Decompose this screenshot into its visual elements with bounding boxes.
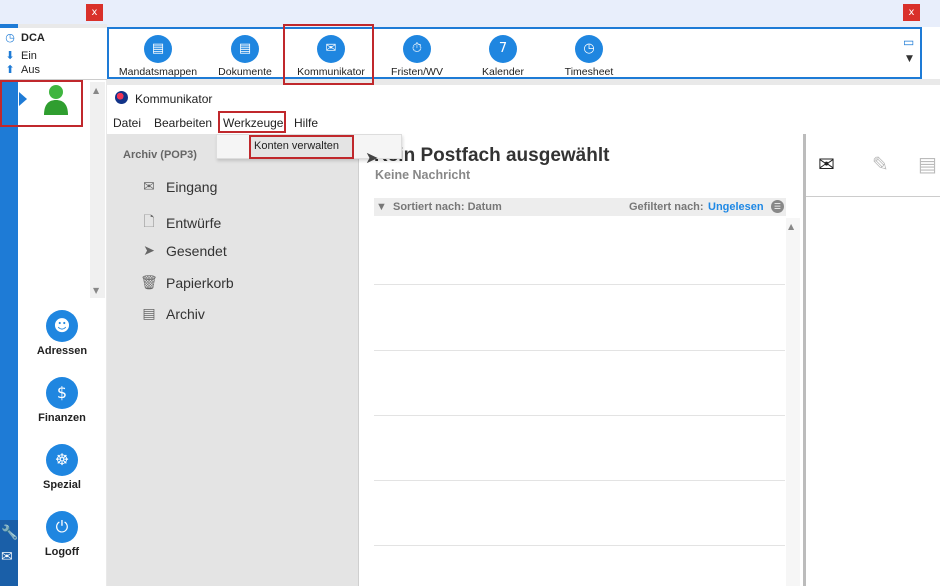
inbox-icon: ✉ bbox=[143, 179, 155, 195]
toolbar-fristen-label: Fristen/WV bbox=[391, 66, 443, 78]
nav-finanzen-label: Finanzen bbox=[38, 412, 86, 424]
window-titlebar bbox=[107, 85, 940, 112]
dca-title-row: ◷ DCA bbox=[4, 31, 45, 45]
dca-title: DCA bbox=[21, 32, 45, 44]
preview-pane bbox=[806, 134, 940, 586]
archive-icon: ▤ bbox=[142, 306, 156, 322]
toolbar-timesheet-button[interactable]: ◷ Timesheet bbox=[558, 35, 620, 78]
message-row-divider bbox=[374, 545, 785, 546]
nav-logoff[interactable]: ⏻ Logoff bbox=[18, 511, 106, 558]
toolbar-close-button[interactable]: x bbox=[903, 4, 920, 21]
filter-label: Gefiltert nach: bbox=[629, 201, 704, 213]
filter-value-link[interactable]: Ungelesen bbox=[708, 201, 764, 213]
chevron-down-icon[interactable]: ▼ bbox=[906, 54, 913, 64]
dca-in-button[interactable]: ⬇ Ein bbox=[4, 49, 37, 63]
folder-pane bbox=[107, 134, 358, 586]
message-subheading: Keine Nachricht bbox=[375, 168, 471, 182]
calendar-icon: 7 bbox=[489, 35, 517, 63]
message-heading: Kein Postfach ausgewählt bbox=[374, 145, 610, 166]
trash-icon: 🗑 bbox=[140, 275, 158, 291]
toolbar-dokumente-label: Dokumente bbox=[218, 66, 272, 78]
nav-adressen[interactable]: ☻ Adressen bbox=[18, 310, 106, 357]
menu-bearbeiten[interactable]: Bearbeiten bbox=[154, 116, 212, 130]
message-row-divider bbox=[374, 350, 785, 351]
envelope-icon[interactable]: ✉ bbox=[818, 152, 835, 176]
window-title: Kommunikator bbox=[135, 92, 213, 106]
folder-archiv-label: Archiv bbox=[166, 306, 205, 322]
download-icon: ⬇ bbox=[5, 49, 15, 62]
left-scrollbar[interactable]: ▲ ▼ bbox=[90, 82, 105, 298]
envelope-icon[interactable]: ✉ bbox=[1, 548, 13, 565]
toolbar-mandatsmappen-label: Mandatsmappen bbox=[118, 66, 198, 78]
toolbar-kalender-button[interactable]: 7 Kalender bbox=[472, 35, 534, 78]
nav-spezial[interactable]: ☸ Spezial bbox=[18, 444, 106, 491]
toolbar-timesheet-label: Timesheet bbox=[564, 66, 614, 78]
message-row-divider bbox=[374, 480, 785, 481]
document-icon: ▤ bbox=[231, 35, 259, 63]
toolbar-mandatsmappen-button[interactable]: ▤ Mandatsmappen bbox=[117, 35, 199, 78]
preview-toolbar-divider bbox=[806, 196, 940, 197]
toolbar-dokumente-button[interactable]: ▤ Dokumente bbox=[214, 35, 276, 78]
clock-icon: ◷ bbox=[575, 35, 603, 63]
dca-in-label: Ein bbox=[21, 50, 37, 62]
dca-out-button[interactable]: ⬆ Aus bbox=[4, 63, 40, 77]
scroll-up-icon[interactable]: ▲ bbox=[788, 222, 794, 231]
menu-datei[interactable]: Datei bbox=[113, 116, 141, 130]
folder-entwuerfe[interactable]: 🗋 Entwürfe bbox=[140, 211, 221, 235]
nav-adressen-label: Adressen bbox=[36, 345, 88, 357]
nav-logoff-label: Logoff bbox=[44, 546, 80, 558]
briefcase-icon: ▤ bbox=[144, 35, 172, 63]
monitor-icon[interactable]: ▭ bbox=[903, 35, 914, 49]
folder-gesendet[interactable]: ➤ Gesendet bbox=[140, 243, 227, 259]
message-row-divider bbox=[374, 284, 785, 285]
filter-icon[interactable]: ☰ bbox=[771, 200, 784, 213]
compose-icon[interactable]: ✎ bbox=[872, 152, 889, 176]
send-icon: ➤ bbox=[143, 243, 155, 259]
coins-icon: $ bbox=[46, 377, 78, 409]
toolbar-kalender-label: Kalender bbox=[481, 66, 525, 78]
folder-archiv[interactable]: ▤ Archiv bbox=[140, 306, 205, 322]
wrench-icon[interactable]: 🔧 bbox=[1, 524, 18, 541]
power-icon: ⏻ bbox=[46, 511, 78, 543]
draft-icon: 🗋 bbox=[143, 214, 155, 230]
mouse-cursor-icon: ➤ bbox=[365, 148, 379, 167]
folder-entwuerfe-label: Entwürfe bbox=[166, 215, 222, 231]
toolbar-header bbox=[107, 0, 940, 27]
folder-papierkorb[interactable]: 🗑 Papierkorb bbox=[140, 275, 234, 291]
folder-gesendet-label: Gesendet bbox=[166, 243, 227, 259]
message-row-divider bbox=[374, 415, 785, 416]
clock-icon: ◷ bbox=[5, 31, 15, 44]
helm-icon: ☸ bbox=[46, 444, 78, 476]
scroll-up-icon[interactable]: ▲ bbox=[93, 86, 99, 95]
app-logo-icon bbox=[115, 91, 128, 104]
folder-eingang-label: Eingang bbox=[166, 179, 218, 195]
message-scrollbar[interactable]: ▲ bbox=[786, 218, 800, 586]
upload-icon: ⬆ bbox=[5, 63, 15, 76]
toolbar-right-area bbox=[922, 27, 940, 79]
stopwatch-icon: ⏱ bbox=[403, 35, 431, 63]
user-highlight-box bbox=[0, 80, 83, 127]
toolbar-fristen-button[interactable]: ⏱ Fristen/WV bbox=[384, 35, 450, 78]
people-icon: ☻ bbox=[46, 310, 78, 342]
left-panel-close-button[interactable]: x bbox=[86, 4, 103, 21]
dca-out-label: Aus bbox=[21, 64, 40, 76]
konten-verwalten-label: Konten verwalten bbox=[254, 140, 339, 152]
folder-eingang[interactable]: ✉ Eingang bbox=[140, 179, 217, 195]
dca-panel: ◷ DCA ⬇ Ein ⬆ Aus bbox=[0, 28, 107, 80]
nav-spezial-label: Spezial bbox=[43, 479, 81, 491]
archive-icon[interactable]: ▤ bbox=[918, 152, 937, 176]
sort-label: Sortiert nach: Datum bbox=[393, 201, 502, 213]
left-nav: ☻ Adressen $ Finanzen ☸ Spezial ⏻ Logoff bbox=[18, 298, 106, 586]
scroll-down-icon[interactable]: ▼ bbox=[93, 286, 99, 295]
folder-section-title: Archiv (POP3) bbox=[123, 149, 197, 161]
sort-dropdown[interactable]: ▼ Sortiert nach: Datum bbox=[376, 201, 502, 213]
nav-finanzen[interactable]: $ Finanzen bbox=[18, 377, 106, 424]
kommunikator-highlight-box bbox=[283, 24, 374, 85]
werkzeuge-highlight-box bbox=[218, 111, 286, 133]
menu-hilfe[interactable]: Hilfe bbox=[294, 116, 318, 130]
folder-papierkorb-label: Papierkorb bbox=[166, 275, 234, 291]
